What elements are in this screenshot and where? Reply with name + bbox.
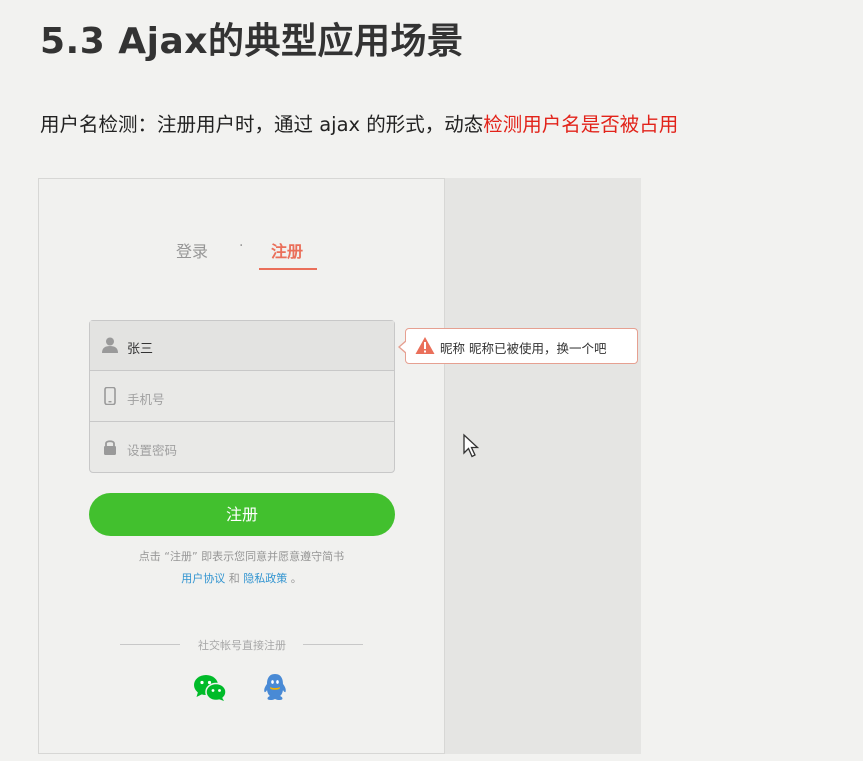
auth-tabs: 登录 · 注册 bbox=[38, 234, 445, 274]
slide-title: 5.3 Ajax的典型应用场景 bbox=[40, 21, 464, 62]
qq-icon[interactable] bbox=[262, 673, 288, 703]
user-agreement-link[interactable]: 用户协议 bbox=[181, 572, 225, 585]
phone-icon bbox=[104, 387, 116, 405]
description-highlight: 检测用户名是否被占用 bbox=[483, 113, 679, 136]
phone-placeholder: 手机号 bbox=[127, 392, 165, 407]
divider-left bbox=[120, 644, 180, 645]
tab-separator: · bbox=[239, 238, 244, 254]
register-form: 张三 手机号 设置密码 bbox=[89, 320, 395, 473]
password-field[interactable]: 设置密码 bbox=[90, 423, 394, 473]
password-placeholder: 设置密码 bbox=[127, 443, 178, 458]
wechat-icon[interactable] bbox=[193, 674, 227, 702]
lock-icon bbox=[104, 440, 116, 455]
nickname-error-tooltip: 昵称 昵称已被使用，换一个吧 bbox=[398, 328, 638, 364]
register-button[interactable]: 注册 bbox=[89, 493, 395, 536]
description-text: 用户名检测：注册用户时，通过 ajax 的形式，动态 bbox=[40, 113, 484, 136]
warning-icon bbox=[415, 337, 435, 354]
phone-field[interactable]: 手机号 bbox=[90, 372, 394, 422]
social-login-title: 社交帐号直接注册 bbox=[198, 639, 286, 652]
agreement-end: 。 bbox=[287, 572, 302, 585]
privacy-policy-link[interactable]: 隐私政策 bbox=[243, 572, 287, 585]
agreement-text: 点击 “注册” 即表示您同意并愿意遵守简书 bbox=[138, 550, 345, 563]
slide-description: 用户名检测：注册用户时，通过 ajax 的形式，动态检测用户名是否被占用 bbox=[40, 108, 678, 137]
tab-login[interactable]: 登录 bbox=[176, 238, 208, 262]
tab-active-underline bbox=[259, 268, 317, 270]
user-icon bbox=[102, 337, 118, 353]
divider-right bbox=[303, 644, 363, 645]
agreement-links: 用户协议 和 隐私政策 。 bbox=[38, 570, 445, 586]
tooltip-arrow-fill bbox=[400, 341, 407, 353]
tab-register[interactable]: 注册 bbox=[271, 238, 303, 262]
agreement-and: 和 bbox=[225, 572, 244, 585]
tooltip-message: 昵称 昵称已被使用，换一个吧 bbox=[440, 341, 607, 356]
slide: 5.3 Ajax的典型应用场景 用户名检测：注册用户时，通过 ajax 的形式，… bbox=[0, 0, 863, 761]
nickname-field[interactable]: 张三 bbox=[90, 321, 394, 371]
nickname-value: 张三 bbox=[127, 342, 154, 357]
mouse-cursor-icon bbox=[463, 433, 480, 458]
